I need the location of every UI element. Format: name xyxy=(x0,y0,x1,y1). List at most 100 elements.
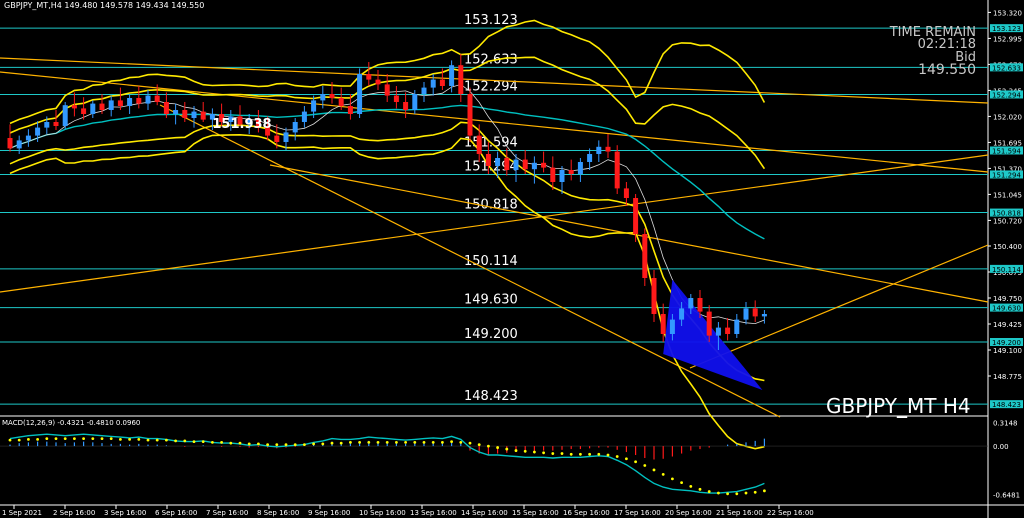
signal-dot xyxy=(744,491,748,495)
macd-label: MACD(12,26,9) -0.4321 -0.4810 0.0960 xyxy=(2,419,141,427)
signal-dot xyxy=(698,487,702,491)
candle-body xyxy=(688,298,694,309)
candle-body xyxy=(522,159,528,170)
y-tick-label: 149.100 xyxy=(993,347,1022,355)
candle xyxy=(449,60,455,93)
candle-body xyxy=(99,103,105,110)
signal-dot xyxy=(211,440,214,444)
candle xyxy=(99,94,105,114)
candle-body xyxy=(531,162,537,170)
signal-dot xyxy=(91,437,95,441)
candle xyxy=(108,95,114,117)
candle-body xyxy=(25,135,31,141)
signal-dot xyxy=(431,440,435,444)
signal-dot xyxy=(45,437,49,441)
signal-dot xyxy=(183,439,187,443)
candle-body xyxy=(449,65,455,86)
signal-dot xyxy=(275,443,279,446)
candle xyxy=(366,62,372,86)
triangle-pattern xyxy=(663,279,763,390)
signal-dot xyxy=(63,437,67,441)
candle xyxy=(25,129,31,147)
signal-dot xyxy=(661,473,665,476)
macd-tick-label: 0.00 xyxy=(993,443,1009,451)
signal-dot xyxy=(303,443,306,446)
candle-body xyxy=(301,111,307,122)
candle-body xyxy=(439,79,445,86)
candle xyxy=(375,70,381,90)
candle xyxy=(301,106,307,128)
level-tag-label: 151.594 xyxy=(992,147,1021,155)
candle xyxy=(145,90,151,110)
bid-value: 149.550 xyxy=(918,62,976,78)
candle xyxy=(127,94,133,114)
candle-body xyxy=(108,100,114,110)
candle-body xyxy=(412,94,418,110)
x-tick-label: 15 Sep 16:00 xyxy=(512,509,559,517)
signal-dot xyxy=(100,437,104,441)
signal-dot xyxy=(146,438,150,442)
candle-body xyxy=(752,308,758,317)
candle xyxy=(568,159,574,181)
signal-dot xyxy=(496,446,499,449)
candle-body xyxy=(283,132,289,142)
candle-body xyxy=(651,278,657,314)
candle-body xyxy=(430,79,436,88)
signal-dot xyxy=(477,443,481,446)
signal-dot xyxy=(27,437,30,441)
y-tick-label: 150.400 xyxy=(993,243,1022,251)
level-label: 148.423 xyxy=(464,389,518,404)
signal-dot xyxy=(606,453,610,457)
signal-dot xyxy=(119,437,122,441)
y-tick-label: 152.995 xyxy=(993,35,1022,43)
candle-body xyxy=(173,110,179,114)
symbol-label: GBPJPY_MT H4 xyxy=(826,394,971,418)
candle xyxy=(642,228,648,286)
candle xyxy=(605,134,611,158)
signal-dot xyxy=(229,441,233,445)
candle-body xyxy=(90,103,96,114)
candle-body xyxy=(485,154,491,166)
y-tick-label: 148.775 xyxy=(993,373,1022,381)
candle xyxy=(292,118,298,141)
y-tick-label: 149.750 xyxy=(993,295,1022,303)
candle xyxy=(531,156,537,184)
candle-body xyxy=(182,110,188,118)
candle xyxy=(90,100,96,118)
candle-body xyxy=(44,122,50,128)
y-tick-label: 152.020 xyxy=(993,113,1022,121)
signal-dot xyxy=(128,437,132,441)
signal-dot xyxy=(339,441,343,445)
band-line xyxy=(9,133,765,450)
candle-body xyxy=(320,94,326,101)
candle xyxy=(357,68,363,118)
candle-body xyxy=(513,159,519,170)
candle-body xyxy=(357,74,363,114)
x-tick-label: 3 Sep 16:00 xyxy=(104,509,146,517)
signal-dot xyxy=(376,440,380,444)
y-tick-label: 149.425 xyxy=(993,321,1022,329)
signal-dot xyxy=(753,490,757,494)
y-tick-label: 150.720 xyxy=(993,217,1022,225)
level-tag-label: 153.123 xyxy=(992,25,1021,33)
macd-tick-label: -0.6481 xyxy=(993,491,1020,499)
candle-body xyxy=(642,234,648,278)
signal-dot xyxy=(404,440,407,444)
signal-dot xyxy=(312,442,315,446)
x-axis-labels: 1 Sep 2021 2 Sep 16:00 3 Sep 16:00 6 Sep 16… xyxy=(2,505,814,517)
x-tick-label: 7 Sep 16:00 xyxy=(206,509,248,517)
signal-dot xyxy=(349,440,352,444)
x-tick-label: 22 Sep 16:00 xyxy=(767,509,814,517)
macd-tick-label: 0.3148 xyxy=(993,420,1018,428)
signal-dot xyxy=(459,440,463,444)
candle xyxy=(62,102,68,130)
trend-line xyxy=(0,154,989,293)
candle-body xyxy=(154,95,160,102)
candle-body xyxy=(550,167,556,182)
candle-body xyxy=(614,151,620,189)
candle xyxy=(743,302,749,325)
price-chart[interactable]: 153.320152.995152.670152.345152.020151.6… xyxy=(0,0,1024,518)
y-tick-label: 151.045 xyxy=(993,191,1022,199)
signal-dot xyxy=(717,491,720,495)
signal-dot xyxy=(671,477,674,481)
